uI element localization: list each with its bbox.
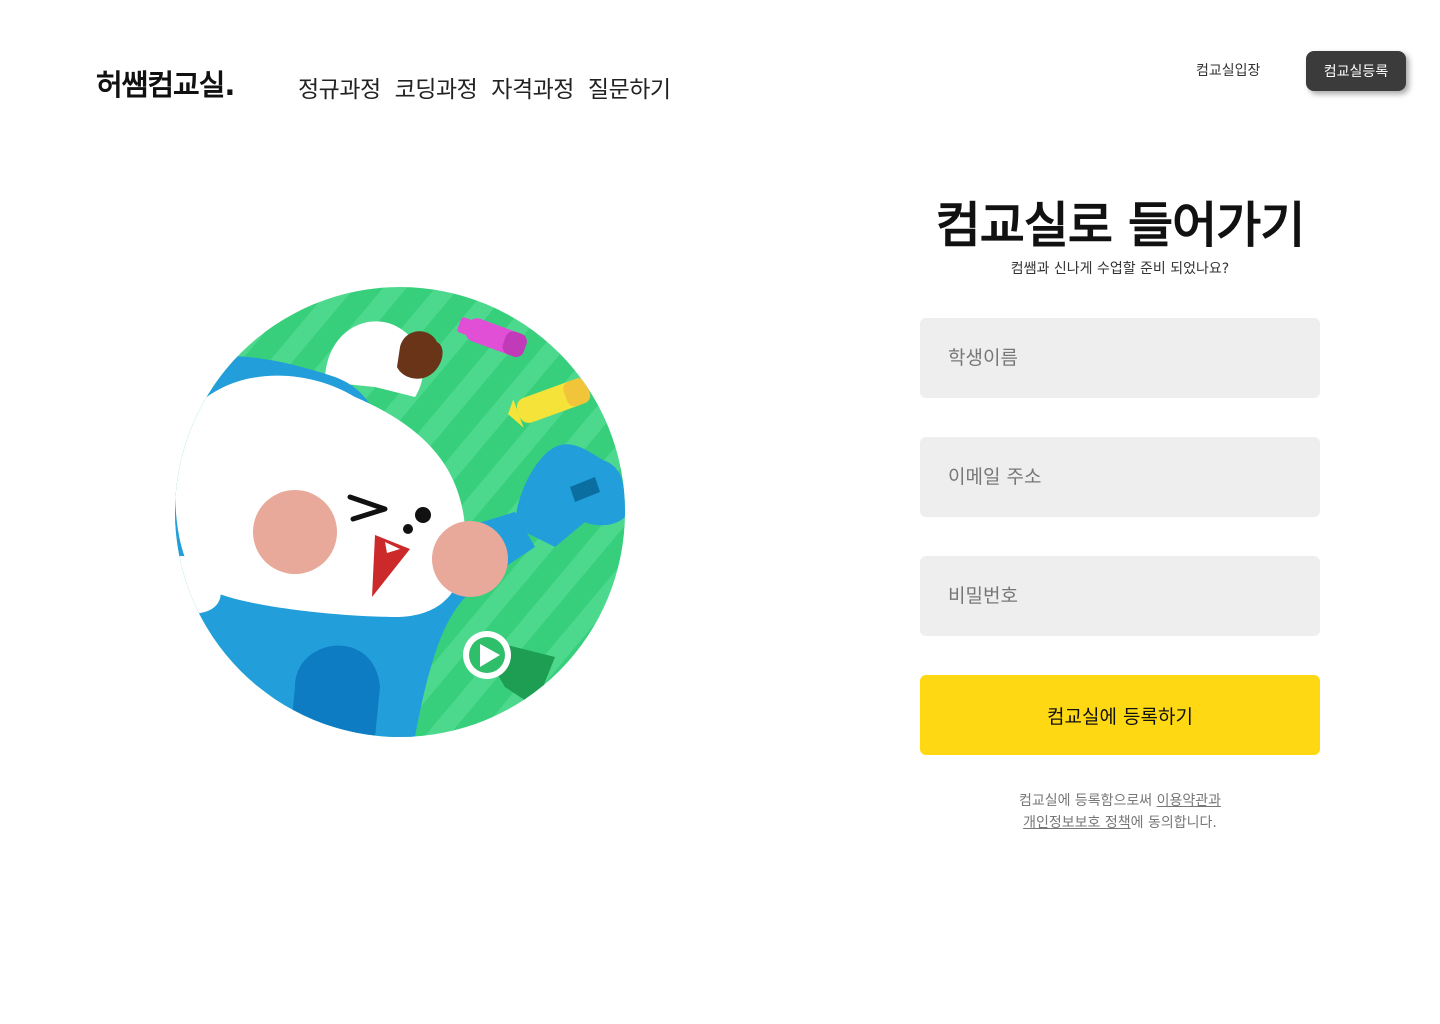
privacy-policy-link[interactable]: 개인정보보호 정책: [1023, 815, 1131, 831]
form-subtitle: 컴쌤과 신나게 수업할 준비 되었나요?: [1010, 261, 1230, 277]
terms-notice: 컴교실에 등록함으로써 이용약관과 개인정보보호 정책에 동의합니다.: [920, 790, 1320, 834]
terms-text-part1: 컴교실에 등록함으로써: [1018, 793, 1157, 809]
nav-item-regular-course[interactable]: 정규과정: [298, 70, 381, 104]
terms-text-part2: 에 동의합니다.: [1130, 815, 1217, 831]
password-input[interactable]: [920, 556, 1320, 636]
submit-register-button[interactable]: 컴교실에 등록하기: [920, 675, 1320, 755]
email-input[interactable]: [920, 437, 1320, 517]
form-title: 컴교실로 들어가기: [935, 197, 1306, 254]
nav-item-questions[interactable]: 질문하기: [588, 70, 671, 104]
mascot-illustration: [175, 287, 625, 737]
login-link[interactable]: 컴교실입장: [1196, 60, 1260, 80]
site-logo[interactable]: 허쌤컴교실.: [96, 62, 235, 104]
nav-item-certificate-course[interactable]: 자격과정: [491, 70, 574, 104]
terms-of-use-link[interactable]: 이용약관과: [1157, 793, 1221, 809]
student-name-input[interactable]: [920, 318, 1320, 398]
register-button[interactable]: 컴교실등록: [1306, 51, 1406, 91]
nav-item-coding-course[interactable]: 코딩과정: [395, 70, 478, 104]
main-nav: 정규과정 코딩과정 자격과정 질문하기: [298, 70, 671, 104]
mascot-cheering-icon: [175, 287, 625, 737]
